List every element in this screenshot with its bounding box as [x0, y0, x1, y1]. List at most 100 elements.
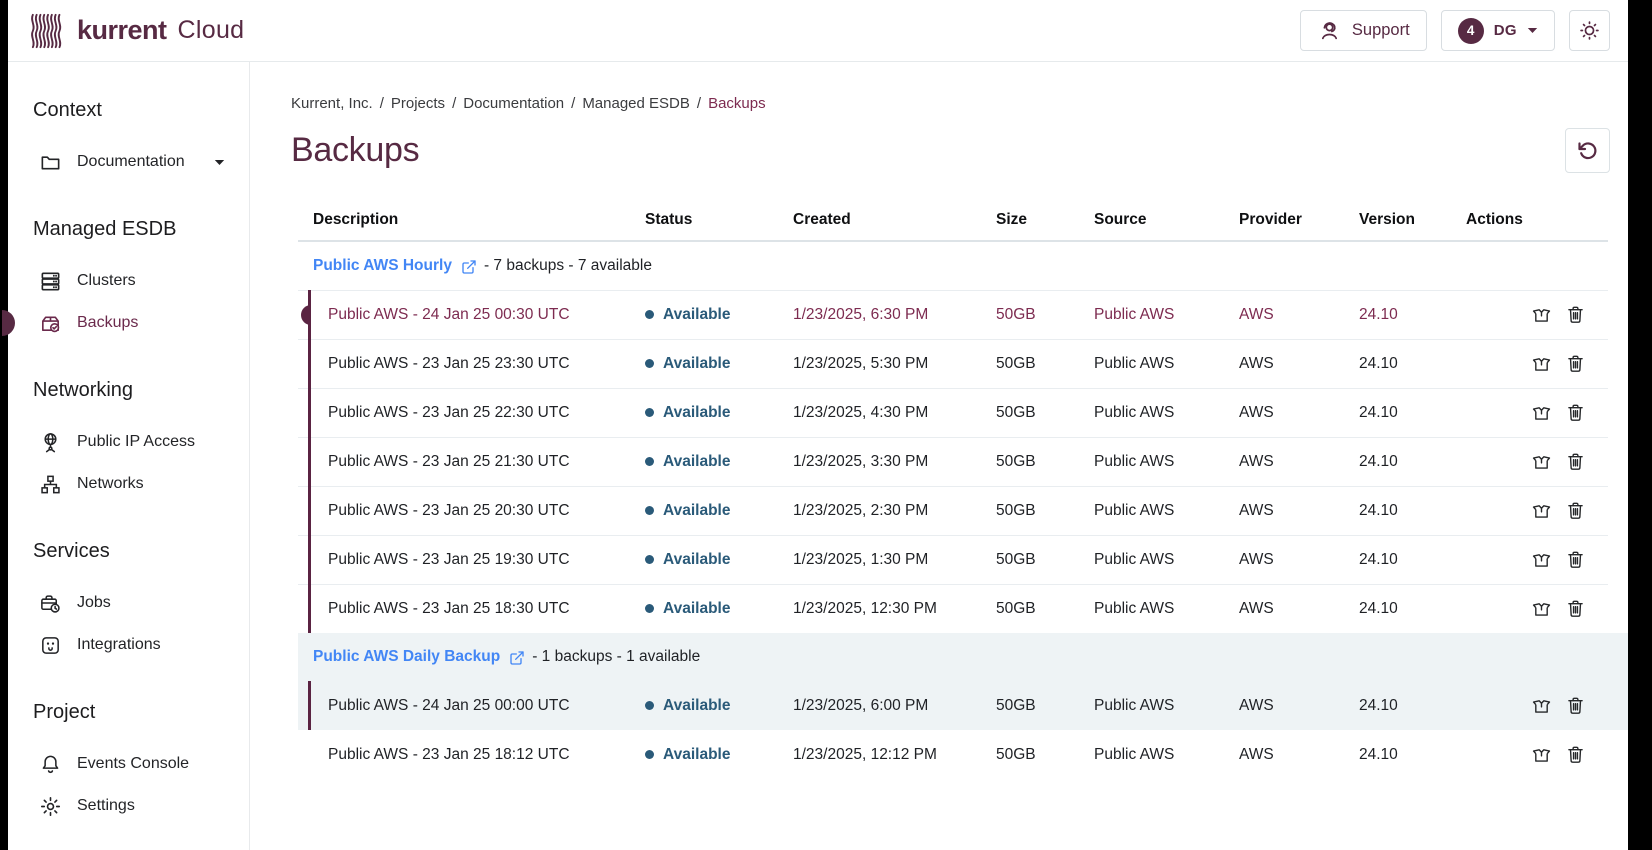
delete-backup-icon[interactable] — [1565, 744, 1586, 765]
restore-backup-icon[interactable] — [1531, 353, 1552, 374]
breadcrumb-item[interactable]: Documentation — [463, 95, 564, 112]
backup-group-name[interactable]: Public AWS Hourly — [313, 257, 452, 275]
user-menu-button[interactable]: 4 DG — [1441, 10, 1555, 51]
delete-backup-icon[interactable] — [1565, 353, 1586, 374]
theme-toggle-button[interactable] — [1569, 10, 1610, 51]
restore-backup-icon[interactable] — [1531, 402, 1552, 423]
sidebar-item-integrations[interactable]: Integrations — [33, 624, 231, 666]
table-row[interactable]: Public AWS - 23 Jan 25 22:30 UTC Availab… — [298, 388, 1628, 437]
bell-icon — [39, 753, 62, 776]
backup-provider: AWS — [1239, 600, 1359, 618]
restore-backup-icon[interactable] — [1531, 598, 1552, 619]
table-row[interactable]: Public AWS - 23 Jan 25 19:30 UTC Availab… — [298, 535, 1628, 584]
breadcrumb-current: Backups — [708, 95, 766, 112]
table-row[interactable]: Public AWS - 23 Jan 25 20:30 UTC Availab… — [298, 486, 1628, 535]
column-header-created: Created — [793, 211, 996, 229]
restore-backup-icon[interactable] — [1531, 451, 1552, 472]
backup-source: Public AWS — [1094, 355, 1239, 373]
restore-backup-icon[interactable] — [1531, 500, 1552, 521]
restore-backup-icon[interactable] — [1531, 744, 1552, 765]
sidebar-item-label: Backups — [77, 314, 138, 332]
backup-description: Public AWS - 23 Jan 25 20:30 UTC — [328, 502, 570, 519]
column-header-status: Status — [645, 211, 793, 229]
sidebar: Context Documentation Managed ESDB — [8, 62, 250, 850]
backup-created: 1/23/2025, 1:30 PM — [793, 551, 996, 569]
sidebar-item-label: Integrations — [77, 636, 161, 654]
sidebar-item-clusters[interactable]: Clusters — [33, 260, 231, 302]
sidebar-item-label: Networks — [77, 475, 144, 493]
backup-size: 50GB — [996, 746, 1094, 764]
backup-status-label: Available — [663, 453, 731, 471]
table-row[interactable]: Public AWS - 23 Jan 25 21:30 UTC Availab… — [298, 437, 1628, 486]
status-dot — [645, 701, 654, 710]
backup-provider: AWS — [1239, 306, 1359, 324]
support-button[interactable]: Support — [1300, 10, 1427, 51]
external-link-icon[interactable] — [461, 259, 477, 275]
restore-backup-icon[interactable] — [1531, 549, 1552, 570]
backup-created: 1/23/2025, 3:30 PM — [793, 453, 996, 471]
top-bar: kurrent Cloud Support 4 DG — [8, 0, 1628, 62]
backup-size: 50GB — [996, 404, 1094, 422]
page-title: Backups — [291, 131, 419, 170]
sidebar-heading-project: Project — [33, 700, 231, 724]
sidebar-item-events-console[interactable]: Events Console — [33, 743, 231, 785]
backup-source: Public AWS — [1094, 600, 1239, 618]
backup-group-header: Public AWS Hourly - 7 backups - 7 availa… — [298, 242, 1628, 290]
backup-group-name[interactable]: Public AWS Daily Backup — [313, 648, 500, 666]
refresh-button[interactable] — [1565, 128, 1610, 173]
status-dot — [645, 555, 654, 564]
backup-group-summary: - 1 backups - 1 available — [532, 648, 700, 666]
backup-source: Public AWS — [1094, 551, 1239, 569]
sidebar-item-label: Documentation — [77, 153, 185, 171]
sidebar-section-project: Project Events Console Settings — [8, 700, 249, 827]
sidebar-item-settings[interactable]: Settings — [33, 785, 231, 827]
delete-backup-icon[interactable] — [1565, 402, 1586, 423]
sidebar-item-backups[interactable]: Backups — [33, 302, 231, 344]
sidebar-item-networks[interactable]: Networks — [33, 463, 231, 505]
folder-icon — [39, 151, 62, 174]
breadcrumb-item[interactable]: Managed ESDB — [582, 95, 690, 112]
table-row[interactable]: Public AWS - 23 Jan 25 23:30 UTC Availab… — [298, 339, 1628, 388]
sidebar-section-context: Context Documentation — [8, 98, 249, 183]
backup-source: Public AWS — [1094, 697, 1239, 715]
outlet-icon — [39, 634, 62, 657]
status-dot — [645, 408, 654, 417]
restore-backup-icon[interactable] — [1531, 304, 1552, 325]
chevron-down-icon[interactable] — [214, 159, 231, 166]
restore-backup-icon[interactable] — [1531, 695, 1552, 716]
delete-backup-icon[interactable] — [1565, 451, 1586, 472]
sidebar-heading-networking: Networking — [33, 378, 231, 402]
column-header-actions: Actions — [1466, 211, 1628, 229]
table-row[interactable]: Public AWS - 23 Jan 25 18:12 UTC Availab… — [298, 730, 1628, 779]
brand-logo[interactable]: kurrent Cloud — [30, 12, 244, 50]
backup-status-label: Available — [663, 306, 731, 324]
backup-version: 24.10 — [1359, 551, 1466, 569]
backups-table: Description Status Created Size Source P… — [298, 198, 1628, 779]
sidebar-item-documentation[interactable]: Documentation — [33, 141, 231, 183]
sidebar-item-public-ip-access[interactable]: Public IP Access — [33, 421, 231, 463]
backup-group: Public AWS Daily Backup - 1 backups - 1 … — [298, 633, 1628, 730]
table-row[interactable]: Public AWS - 23 Jan 25 18:30 UTC Availab… — [298, 584, 1628, 633]
breadcrumb: Kurrent, Inc./Projects/Documentation/Man… — [291, 95, 1628, 112]
breadcrumb-item[interactable]: Kurrent, Inc. — [291, 95, 373, 112]
sidebar-item-jobs[interactable]: Jobs — [33, 582, 231, 624]
delete-backup-icon[interactable] — [1565, 549, 1586, 570]
backup-provider: AWS — [1239, 551, 1359, 569]
sidebar-item-label: Public IP Access — [77, 433, 195, 451]
delete-backup-icon[interactable] — [1565, 500, 1586, 521]
external-link-icon[interactable] — [509, 650, 525, 666]
backup-description: Public AWS - 24 Jan 25 00:00 UTC — [328, 697, 570, 714]
delete-backup-icon[interactable] — [1565, 304, 1586, 325]
top-actions: Support 4 DG — [1300, 10, 1610, 51]
backup-status-label: Available — [663, 404, 731, 422]
backup-status-label: Available — [663, 746, 731, 764]
backup-status-label: Available — [663, 697, 731, 715]
table-row[interactable]: Public AWS - 24 Jan 25 00:30 UTC Availab… — [298, 290, 1628, 339]
backup-provider: AWS — [1239, 453, 1359, 471]
backup-size: 50GB — [996, 551, 1094, 569]
breadcrumb-item[interactable]: Projects — [391, 95, 445, 112]
delete-backup-icon[interactable] — [1565, 598, 1586, 619]
delete-backup-icon[interactable] — [1565, 695, 1586, 716]
table-row[interactable]: Public AWS - 24 Jan 25 00:00 UTC Availab… — [298, 681, 1628, 730]
backup-version: 24.10 — [1359, 502, 1466, 520]
